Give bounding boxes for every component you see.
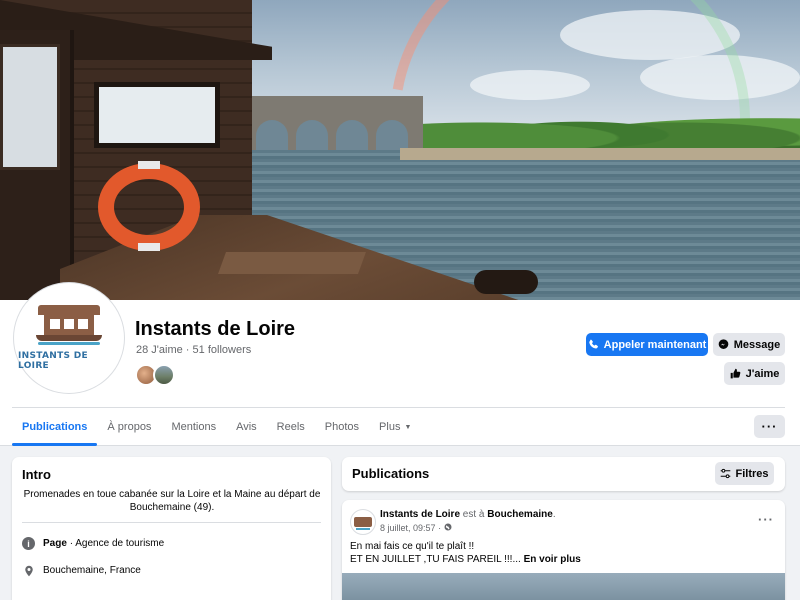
cover-bridge <box>248 96 423 150</box>
cover-lifebuoy <box>98 163 200 251</box>
page-stats: 28 J'aime · 51 followers <box>136 344 252 356</box>
post-author-name[interactable]: Instants de Loire <box>380 509 460 520</box>
intro-description: Promenades en toue cabanée sur la Loire … <box>23 489 321 513</box>
post-options-button[interactable]: ··· <box>758 512 774 527</box>
publications-header: Publications Filtres <box>342 457 785 491</box>
houseboat-logo-icon <box>354 517 372 530</box>
likes-count[interactable]: 28 J'aime <box>136 344 183 356</box>
post-text: En mai fais ce qu'il te plaît !! ET EN J… <box>350 541 581 565</box>
phone-icon <box>588 339 599 350</box>
cover-riverbank <box>400 148 800 160</box>
message-button[interactable]: Message <box>713 333 785 356</box>
intro-card: Intro Promenades en toue cabanée sur la … <box>12 457 331 600</box>
page-avatar[interactable]: INSTANTS DE LOIRE <box>14 283 124 393</box>
cover-door-window <box>0 44 60 170</box>
post-meta: 8 juillet, 09:57 · <box>380 523 452 533</box>
post-card: Instants de Loire est à Bouchemaine. 8 j… <box>342 500 785 600</box>
followers-count[interactable]: 51 followers <box>193 344 252 356</box>
post-location[interactable]: Bouchemaine <box>487 509 553 520</box>
tab-mentions[interactable]: Mentions <box>161 408 226 446</box>
cover-cabin-window <box>94 82 220 148</box>
follower-avatar[interactable] <box>153 364 175 386</box>
messenger-icon <box>718 339 729 350</box>
like-page-button[interactable]: J'aime <box>724 362 785 385</box>
tab-more[interactable]: Plus ▼ <box>369 408 421 446</box>
thumbs-up-icon <box>730 368 741 379</box>
intro-location: Bouchemaine, France <box>22 564 141 577</box>
info-icon: i <box>22 537 35 550</box>
logo-text: INSTANTS DE LOIRE <box>18 351 88 371</box>
houseboat-logo-icon <box>34 305 104 345</box>
post-author-avatar[interactable] <box>350 509 376 535</box>
tab-photos[interactable]: Photos <box>315 408 369 446</box>
see-more-link[interactable]: En voir plus <box>524 554 581 565</box>
more-options-button[interactable]: ··· <box>754 415 785 438</box>
divider <box>22 522 321 523</box>
cover-tiller <box>474 270 538 294</box>
caret-down-icon: ▼ <box>404 423 412 431</box>
post-header: Instants de Loire est à Bouchemaine. <box>380 509 556 520</box>
filters-button[interactable]: Filtres <box>715 462 774 485</box>
follower-avatars <box>135 364 175 386</box>
sliders-icon <box>720 468 731 479</box>
intro-title: Intro <box>22 467 51 482</box>
publications-title: Publications <box>352 466 430 481</box>
post-image[interactable] <box>342 573 785 600</box>
intro-category: i Page · Agence de tourisme <box>22 537 164 550</box>
tab-about[interactable]: À propos <box>97 408 161 446</box>
more-dots-icon: ··· <box>761 419 778 434</box>
page-tabs: Publications À propos Mentions Avis Reel… <box>12 407 785 446</box>
cover-boat-bench <box>217 252 367 274</box>
post-date[interactable]: 8 juillet, 09:57 <box>380 523 436 533</box>
more-dots-icon: ··· <box>758 512 774 527</box>
location-icon <box>22 564 35 577</box>
cover-photo[interactable] <box>0 0 800 300</box>
tab-reels[interactable]: Reels <box>267 408 315 446</box>
tab-publications[interactable]: Publications <box>12 408 98 446</box>
globe-icon <box>444 523 452 533</box>
page-title: Instants de Loire <box>135 318 296 340</box>
call-now-button[interactable]: Appeler maintenant <box>586 333 708 356</box>
tab-reviews[interactable]: Avis <box>226 408 267 446</box>
